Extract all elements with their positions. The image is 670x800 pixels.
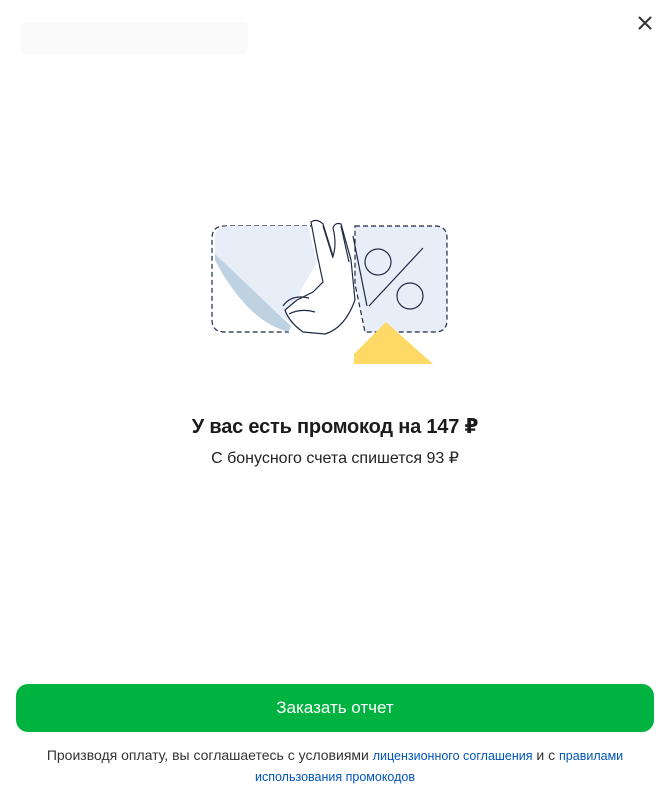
close-button[interactable]: [634, 12, 656, 34]
header-placeholder: [20, 22, 248, 54]
promo-title: У вас есть промокод на 147 ₽: [191, 416, 479, 438]
agreement-text: Производя оплату, вы соглашаетесь с усло…: [40, 745, 630, 787]
close-icon: [638, 16, 652, 30]
agreement-conjunction: и с: [536, 747, 556, 763]
promo-coupon-hand-illustration: [211, 219, 448, 364]
agreement-prefix: Производя оплату, вы соглашаетесь с усло…: [46, 747, 369, 763]
promo-subtitle: С бонусного счета спишется 93 ₽: [211, 450, 459, 467]
order-report-button[interactable]: Заказать отчет: [16, 684, 654, 732]
license-agreement-link[interactable]: лицензионного соглашения: [373, 749, 533, 763]
